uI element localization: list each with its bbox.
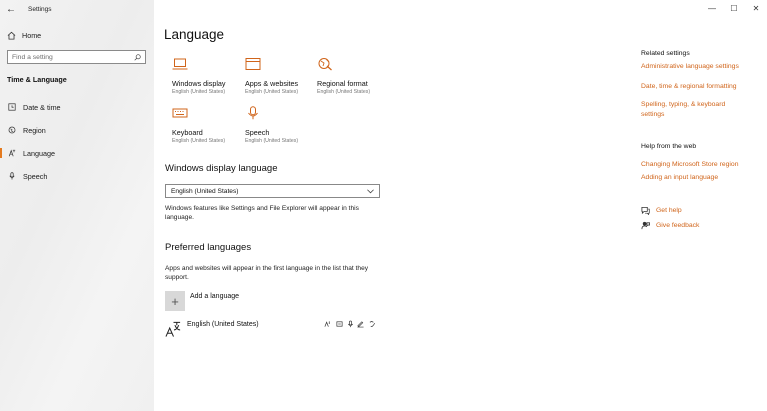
sidebar-item-label: Speech bbox=[23, 171, 48, 181]
link-changing-microsoft-store-region[interactable]: Changing Microsoft Store region bbox=[641, 160, 759, 170]
minimize-button[interactable]: — bbox=[701, 0, 723, 16]
tile-subtitle: English (United States) bbox=[245, 89, 299, 95]
feedback-icon bbox=[641, 221, 650, 230]
tile-apps-websites[interactable]: Apps & websites English (United States) bbox=[245, 57, 315, 95]
close-icon: ✕ bbox=[752, 3, 760, 13]
window-icon bbox=[245, 58, 261, 70]
navigation-pane: ← Settings Home Find a setting Time & La… bbox=[0, 0, 154, 411]
text-to-speech-icon bbox=[336, 321, 343, 327]
related-settings-heading: Related settings bbox=[641, 50, 690, 57]
sidebar-item-label: Region bbox=[23, 125, 46, 135]
page-title: Language bbox=[164, 27, 225, 42]
search-input[interactable]: Find a setting bbox=[7, 50, 146, 64]
get-help-label: Get help bbox=[656, 207, 682, 214]
microphone-icon bbox=[9, 172, 15, 180]
keyboard-icon bbox=[172, 108, 188, 118]
language-icon bbox=[165, 321, 181, 337]
handwriting-icon bbox=[357, 321, 364, 328]
sidebar-item-speech[interactable]: Speech bbox=[0, 169, 154, 183]
home-icon bbox=[7, 31, 16, 40]
nav-home-label: Home bbox=[22, 30, 42, 40]
display-language-description: Windows features like Settings and File … bbox=[165, 205, 359, 221]
nav-home[interactable]: Home bbox=[7, 29, 41, 41]
speech-recognition-icon bbox=[348, 320, 353, 328]
maximize-icon: ☐ bbox=[730, 3, 738, 13]
link-administrative-language-settings[interactable]: Administrative language settings bbox=[641, 62, 759, 72]
search-icon bbox=[134, 53, 141, 61]
get-help-link[interactable]: Get help bbox=[641, 206, 682, 215]
add-language-label[interactable]: Add a language bbox=[190, 293, 239, 300]
chat-help-icon bbox=[641, 206, 650, 215]
language-list-item[interactable]: English (United States) bbox=[165, 319, 380, 339]
spell-check-icon bbox=[369, 320, 376, 327]
display-language-feature-icon bbox=[324, 321, 330, 327]
minimize-icon: — bbox=[708, 3, 716, 13]
chevron-down-icon bbox=[367, 188, 374, 193]
link-date-time-regional-formatting[interactable]: Date, time & regional formatting bbox=[641, 82, 759, 92]
search-placeholder: Find a setting bbox=[12, 53, 53, 61]
preferred-languages-description: Apps and websites will appear in the fir… bbox=[165, 265, 369, 281]
tile-subtitle: English (United States) bbox=[172, 89, 226, 95]
give-feedback-label: Give feedback bbox=[656, 222, 700, 229]
display-language-select[interactable]: English (United States) bbox=[165, 184, 380, 198]
laptop-icon bbox=[172, 58, 188, 70]
app-title: Settings bbox=[28, 5, 52, 13]
close-button[interactable]: ✕ bbox=[745, 0, 767, 16]
tile-subtitle: English (United States) bbox=[172, 138, 226, 144]
title-bar: ← Settings bbox=[0, 0, 154, 18]
tile-regional-format[interactable]: Regional format English (United States) bbox=[317, 57, 387, 95]
sidebar-item-label: Date & time bbox=[23, 102, 61, 112]
tile-name: Keyboard bbox=[172, 128, 203, 137]
section-heading: Time & Language bbox=[7, 75, 67, 84]
microphone-icon bbox=[248, 106, 258, 120]
tile-subtitle: English (United States) bbox=[245, 138, 299, 144]
globe-icon bbox=[8, 126, 16, 134]
clock-icon bbox=[8, 103, 16, 111]
tile-subtitle: English (United States) bbox=[317, 89, 371, 95]
back-button[interactable]: ← bbox=[0, 0, 22, 18]
link-spelling-typing-keyboard-settings[interactable]: Spelling, typing, & keyboard settings bbox=[641, 100, 741, 119]
sidebar-item-label: Language bbox=[23, 148, 55, 158]
add-language-button[interactable]: + bbox=[165, 291, 185, 311]
sidebar-item-language[interactable]: Language bbox=[0, 146, 154, 160]
sidebar-item-date-time[interactable]: Date & time bbox=[0, 100, 154, 114]
tile-speech[interactable]: Speech English (United States) bbox=[245, 106, 315, 144]
help-heading: Help from the web bbox=[641, 143, 697, 150]
tile-name: Regional format bbox=[317, 79, 368, 88]
tile-keyboard[interactable]: Keyboard English (United States) bbox=[172, 106, 242, 144]
preferred-languages-heading: Preferred languages bbox=[165, 242, 252, 253]
display-language-value: English (United States) bbox=[171, 187, 239, 195]
back-arrow-icon: ← bbox=[6, 3, 16, 15]
tile-name: Speech bbox=[245, 128, 270, 137]
give-feedback-link[interactable]: Give feedback bbox=[641, 221, 699, 230]
language-icon bbox=[8, 149, 16, 157]
language-name: English (United States) bbox=[187, 321, 259, 328]
display-language-heading: Windows display language bbox=[165, 163, 278, 174]
maximize-button[interactable]: ☐ bbox=[723, 0, 745, 16]
tile-name: Windows display bbox=[172, 79, 226, 88]
plus-icon: + bbox=[171, 293, 179, 309]
link-adding-an-input-language[interactable]: Adding an input language bbox=[641, 173, 759, 183]
regional-format-icon bbox=[318, 58, 332, 71]
sidebar-item-region[interactable]: Region bbox=[0, 123, 154, 137]
window-controls: — ☐ ✕ bbox=[701, 0, 767, 16]
tile-name: Apps & websites bbox=[245, 79, 299, 88]
tile-windows-display[interactable]: Windows display English (United States) bbox=[172, 57, 242, 95]
